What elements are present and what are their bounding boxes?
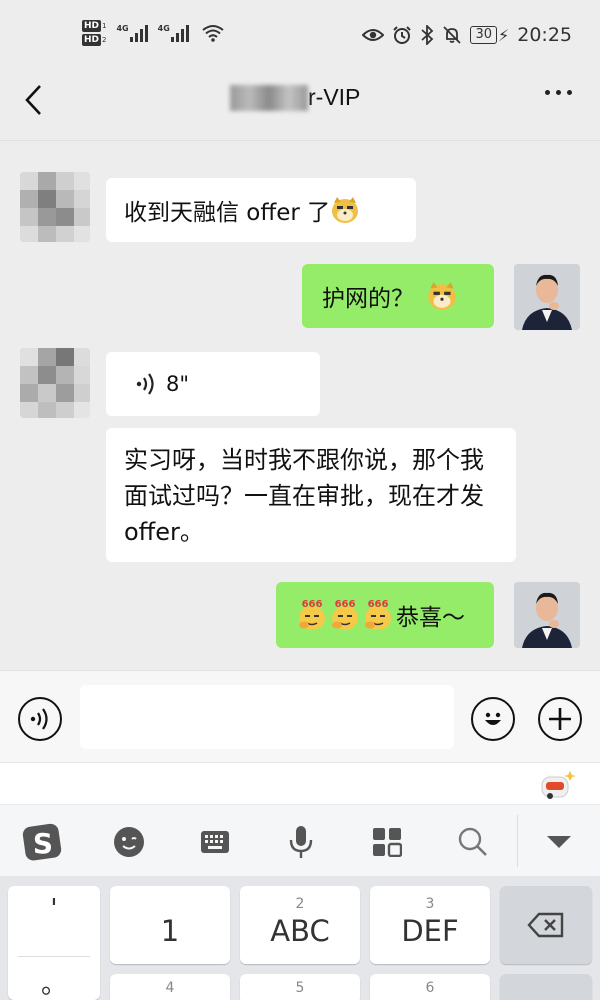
message-input[interactable] (80, 685, 454, 749)
apps-grid-icon (373, 828, 402, 857)
key-comma[interactable]: ' (8, 894, 100, 924)
emoji-label: 666 (302, 599, 323, 610)
avatar-photo (514, 264, 580, 330)
svg-text:S: S (33, 827, 53, 860)
my-avatar[interactable] (514, 264, 580, 330)
signal-1: 4G (116, 24, 148, 42)
emoji-button[interactable] (471, 697, 515, 741)
message-text: 实习呀，当时我不跟你说，那个我面试过吗？一直在审批，现在才发 offer。 (124, 446, 484, 546)
doge-emoji (428, 282, 456, 310)
collapse-keyboard-button[interactable] (536, 819, 582, 865)
backspace-icon (527, 912, 564, 938)
hd-badges: HD 1 HD 2 (82, 20, 106, 46)
chat-header: r-VIP (0, 72, 600, 128)
more-button[interactable] (545, 90, 572, 95)
666-emoji: 666 666 666 (299, 599, 391, 630)
keyboard-emoji-button[interactable] (106, 819, 152, 865)
hd-badge-1: HD 1 (82, 20, 107, 32)
mute-bell-icon (443, 26, 462, 44)
charging-icon: ⚡ (498, 25, 510, 45)
chat-title: r-VIP (230, 84, 360, 111)
back-button[interactable] (16, 82, 52, 118)
alarm-icon (393, 26, 412, 44)
key-def[interactable]: 3 DEF (370, 886, 490, 964)
sogou-logo-icon: S (22, 823, 62, 861)
contact-avatar[interactable] (20, 172, 90, 242)
keyboard-icon (201, 831, 229, 853)
apps-button[interactable] (364, 819, 410, 865)
doge-emoji (332, 197, 359, 223)
battery-icon: 30 ⚡ (470, 26, 509, 45)
keyboard-suggestion-strip (0, 762, 600, 804)
keyboard-keys: ' 。 1 2 ABC 3 DEF 4 5 6 (0, 876, 600, 1000)
key-period[interactable]: 。 (8, 964, 100, 1000)
key-abc[interactable]: 2 ABC (240, 886, 360, 964)
more-actions-button[interactable] (538, 697, 582, 741)
header-divider (0, 140, 600, 141)
emoji-label: 666 (368, 599, 389, 610)
emoji-face-icon (114, 827, 144, 857)
status-right: 30 ⚡ 20:25 (362, 24, 572, 46)
punct-divider (18, 956, 90, 957)
message-bubble-mine[interactable]: 666 666 666 恭喜～ (276, 582, 494, 648)
contact-avatar[interactable] (20, 348, 90, 418)
bluetooth-icon (421, 25, 434, 45)
toolbar-separator (517, 815, 518, 867)
voice-message-bubble[interactable]: 8" (106, 352, 320, 416)
voice-input-button[interactable] (18, 697, 62, 741)
voice-icon (30, 708, 48, 730)
plus-icon (549, 708, 571, 730)
message-text: 护网的？ (322, 286, 414, 312)
key-jkl[interactable]: 5 (240, 974, 360, 1000)
microphone-icon (289, 826, 313, 858)
keyboard-toolbar: S (0, 804, 600, 876)
keyboard-search-button[interactable] (450, 819, 496, 865)
skin-mascot-icon[interactable] (540, 769, 576, 801)
message-text: 恭喜～ (396, 605, 465, 631)
voice-wave-icon (136, 373, 154, 395)
wifi-icon (202, 25, 224, 42)
signal-bars-icon (170, 24, 189, 42)
chevron-left-icon (25, 85, 41, 115)
eye-icon (362, 29, 385, 41)
punctuation-column: ' 。 (8, 886, 100, 1000)
delete-key[interactable] (500, 886, 592, 964)
avatar-photo (514, 582, 580, 648)
key-1[interactable]: 1 (110, 886, 230, 964)
emoji-label: 666 (335, 599, 356, 610)
sogou-button[interactable]: S (20, 819, 66, 865)
redacted-name (230, 84, 308, 111)
status-bar: HD 1 HD 2 4G 4G 30 ⚡ 20:25 (0, 0, 600, 72)
status-left: HD 1 HD 2 4G 4G (82, 20, 225, 46)
message-bubble[interactable]: 收到天融信 offer 了 (106, 178, 416, 242)
key-reentry[interactable] (500, 974, 592, 1000)
smiley-icon (485, 712, 501, 725)
message-text: 收到天融信 offer 了 (124, 200, 331, 226)
key-ghi[interactable]: 4 (110, 974, 230, 1000)
collapse-triangle-icon (547, 836, 571, 848)
voice-typing-button[interactable] (278, 819, 324, 865)
key-mno[interactable]: 6 (370, 974, 490, 1000)
voice-duration: 8" (166, 372, 190, 396)
keyboard-layout-button[interactable] (192, 819, 238, 865)
message-bubble[interactable]: 实习呀，当时我不跟你说，那个我面试过吗？一直在审批，现在才发 offer。 (106, 428, 516, 562)
signal-bars-icon (129, 24, 148, 42)
message-bubble-mine[interactable]: 护网的？ (302, 264, 494, 328)
more-dots-icon (545, 90, 550, 95)
chat-input-bar (0, 670, 600, 762)
signal-2: 4G (158, 24, 189, 42)
hd-badge-2: HD 2 (82, 34, 107, 46)
chat-title-text: r-VIP (308, 84, 361, 110)
search-icon (458, 827, 487, 856)
my-avatar[interactable] (514, 582, 580, 648)
status-time: 20:25 (517, 24, 572, 46)
